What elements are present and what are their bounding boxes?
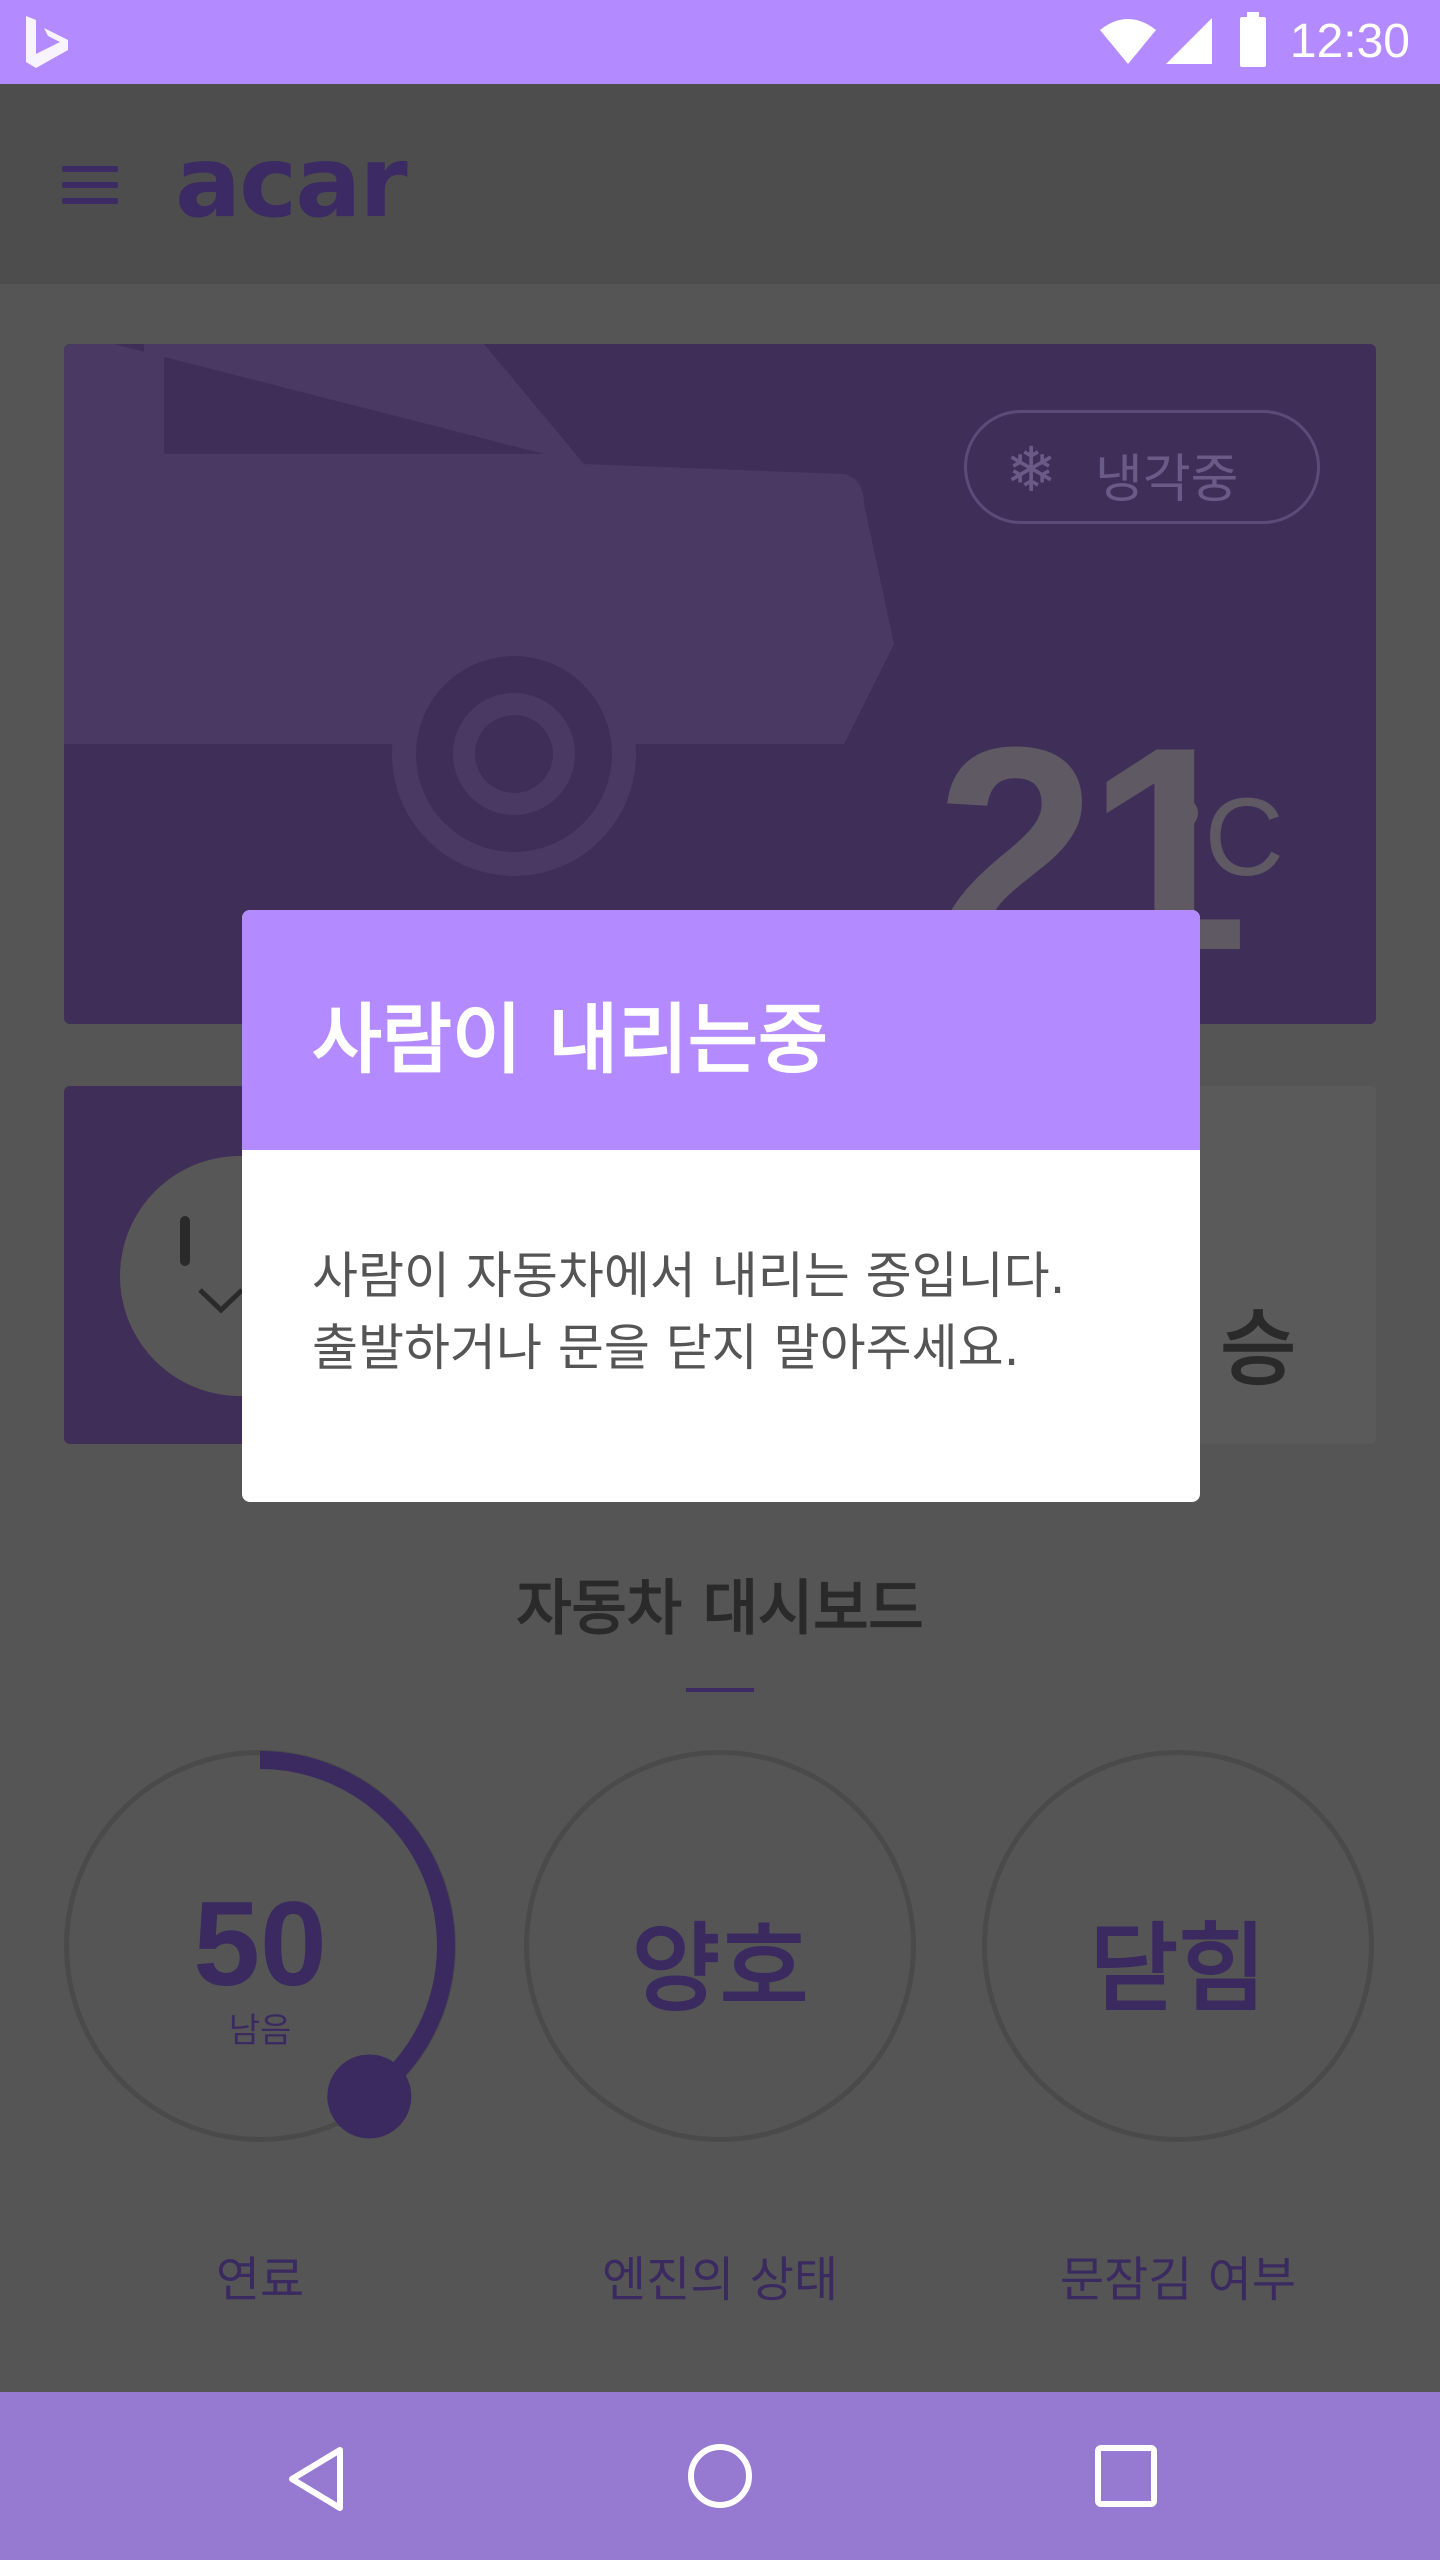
temperature-unit: °C: [1160, 776, 1284, 899]
app-logo: acar: [175, 126, 408, 240]
status-bar: 12:30: [0, 0, 1440, 84]
dashboard-title: 자동차 대시보드: [516, 1574, 924, 1644]
alert-dialog[interactable]: 사람이 내리는중 사람이 자동차에서 내리는 중입니다. 출발하거나 문을 닫지…: [242, 910, 1200, 1502]
recents-icon[interactable]: [1094, 2444, 1158, 2508]
dialog-title: 사람이 내리는중: [312, 995, 828, 1084]
home-icon[interactable]: [686, 2442, 754, 2510]
fuel-value: 50: [193, 1877, 327, 2011]
fuel-gauge[interactable]: 50 남음: [64, 1750, 456, 2142]
fuel-caption: 연료: [215, 2252, 305, 2308]
dialog-message-line-1: 사람이 자동차에서 내리는 중입니다.: [312, 1247, 1066, 1305]
door-lock-value: 닫힘: [1089, 1913, 1267, 2025]
status-time: 12:30: [1289, 15, 1410, 68]
boarding-label: 승: [1220, 1302, 1296, 1397]
cooling-label: 냉각중: [1095, 450, 1239, 510]
door-lock-caption: 문잠김 여부: [1059, 2252, 1297, 2308]
dialog-message-line-2: 출발하거나 문을 닫지 말아주세요.: [312, 1319, 1020, 1377]
snowflake-icon: ❄: [1005, 433, 1057, 506]
back-icon[interactable]: [284, 2444, 348, 2514]
title-underline: [686, 1688, 754, 1692]
engine-status-value: 양호: [631, 1913, 809, 2025]
system-nav-bar: [0, 2392, 1440, 2560]
menu-icon[interactable]: [50, 144, 130, 224]
wifi-icon: [1100, 19, 1156, 64]
engine-status-gauge[interactable]: 양호: [524, 1750, 916, 2142]
battery-icon: [1240, 12, 1266, 67]
bing-icon: [26, 16, 68, 68]
cooling-status-badge: ❄ 냉각중: [964, 410, 1320, 524]
app-bar: acar: [0, 84, 1440, 284]
signal-icon: [1166, 18, 1212, 64]
door-lock-gauge[interactable]: 닫힘: [982, 1750, 1374, 2142]
fuel-remaining-label: 남음: [228, 2011, 292, 2051]
dialog-message: 사람이 자동차에서 내리는 중입니다. 출발하거나 문을 닫지 말아주세요.: [312, 1240, 1152, 1384]
engine-status-caption: 엔진의 상태: [601, 2252, 839, 2308]
dialog-header: 사람이 내리는중: [242, 910, 1200, 1150]
